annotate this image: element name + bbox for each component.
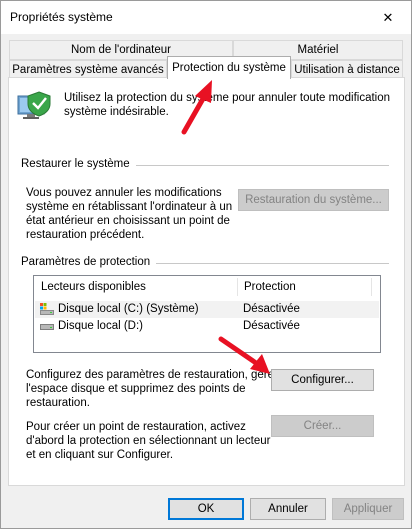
close-icon: ✕ bbox=[382, 9, 394, 25]
system-restore-button[interactable]: Restauration du système... bbox=[238, 189, 389, 211]
button-label: Créer... bbox=[303, 420, 342, 432]
configure-text-line: l'espace disque et supprimez des points … bbox=[26, 383, 246, 395]
button-label: Annuler bbox=[268, 503, 308, 515]
intro-text-line1: Utilisez la protection du système pour a… bbox=[64, 92, 391, 104]
intro-text-line2: système indésirable. bbox=[64, 106, 169, 118]
button-label: OK bbox=[197, 503, 215, 515]
configure-text-line: restauration. bbox=[26, 397, 90, 409]
column-header-protection[interactable]: Protection bbox=[244, 276, 296, 298]
tab-label: Utilisation à distance bbox=[294, 64, 400, 76]
create-text-line: d'abord la protection en sélectionnant u… bbox=[26, 435, 271, 447]
system-properties-window: Propriétés système ✕ Nom de l'ordinateur… bbox=[0, 0, 412, 529]
create-button[interactable]: Créer... bbox=[271, 415, 374, 437]
create-text-line: Pour créer un point de restauration, act… bbox=[26, 421, 246, 433]
tab-label: Nom de l'ordinateur bbox=[71, 44, 171, 56]
system-drive-icon bbox=[40, 303, 54, 315]
close-button[interactable]: ✕ bbox=[365, 1, 411, 34]
drive-icon bbox=[40, 322, 54, 330]
tab-system-protection[interactable]: Protection du système bbox=[167, 56, 291, 79]
restore-text-line: état antérieur en choisissant un point d… bbox=[26, 215, 230, 227]
drive-status: Désactivée bbox=[243, 320, 300, 332]
window-title: Propriétés système bbox=[10, 10, 113, 24]
tab-label: Paramètres système avancés bbox=[12, 64, 164, 76]
restore-group-title: Restaurer le système bbox=[21, 158, 136, 170]
restore-text-line: Vous pouvez annuler les modifications bbox=[26, 187, 222, 199]
protection-group-title: Paramètres de protection bbox=[21, 256, 157, 268]
configure-text-line: Configurez des paramètres de restauratio… bbox=[26, 369, 280, 381]
column-separator bbox=[237, 278, 238, 296]
tab-panel: Utilisez la protection du système pour a… bbox=[8, 77, 405, 486]
title-bar: Propriétés système ✕ bbox=[1, 1, 411, 34]
configure-button[interactable]: Configurer... bbox=[271, 369, 374, 391]
column-separator bbox=[371, 278, 372, 296]
drive-status: Désactivée bbox=[243, 303, 300, 315]
table-row[interactable]: Disque local (C:) (Système) Désactivée bbox=[35, 301, 379, 318]
tab-label: Protection du système bbox=[172, 62, 286, 74]
shield-computer-icon bbox=[17, 88, 53, 124]
table-row[interactable]: Disque local (D:) Désactivée bbox=[35, 318, 379, 335]
ok-button[interactable]: OK bbox=[168, 498, 244, 520]
tab-label: Matériel bbox=[297, 44, 339, 56]
button-label: Restauration du système... bbox=[245, 194, 382, 206]
button-label: Appliquer bbox=[343, 503, 393, 515]
drive-name: Disque local (D:) bbox=[58, 320, 143, 332]
column-header-drives[interactable]: Lecteurs disponibles bbox=[41, 276, 146, 298]
restore-text-line: restauration précédent. bbox=[26, 229, 145, 241]
drive-name: Disque local (C:) (Système) bbox=[58, 303, 199, 315]
drives-list[interactable]: Lecteurs disponibles Protection Disque l… bbox=[33, 275, 381, 353]
create-text-line: et en cliquant sur Configurer. bbox=[26, 449, 174, 461]
cancel-button[interactable]: Annuler bbox=[250, 498, 326, 520]
apply-button[interactable]: Appliquer bbox=[332, 498, 404, 520]
button-label: Configurer... bbox=[291, 374, 354, 386]
restore-text-line: système en rétablissant l'ordinateur à u… bbox=[26, 201, 233, 213]
